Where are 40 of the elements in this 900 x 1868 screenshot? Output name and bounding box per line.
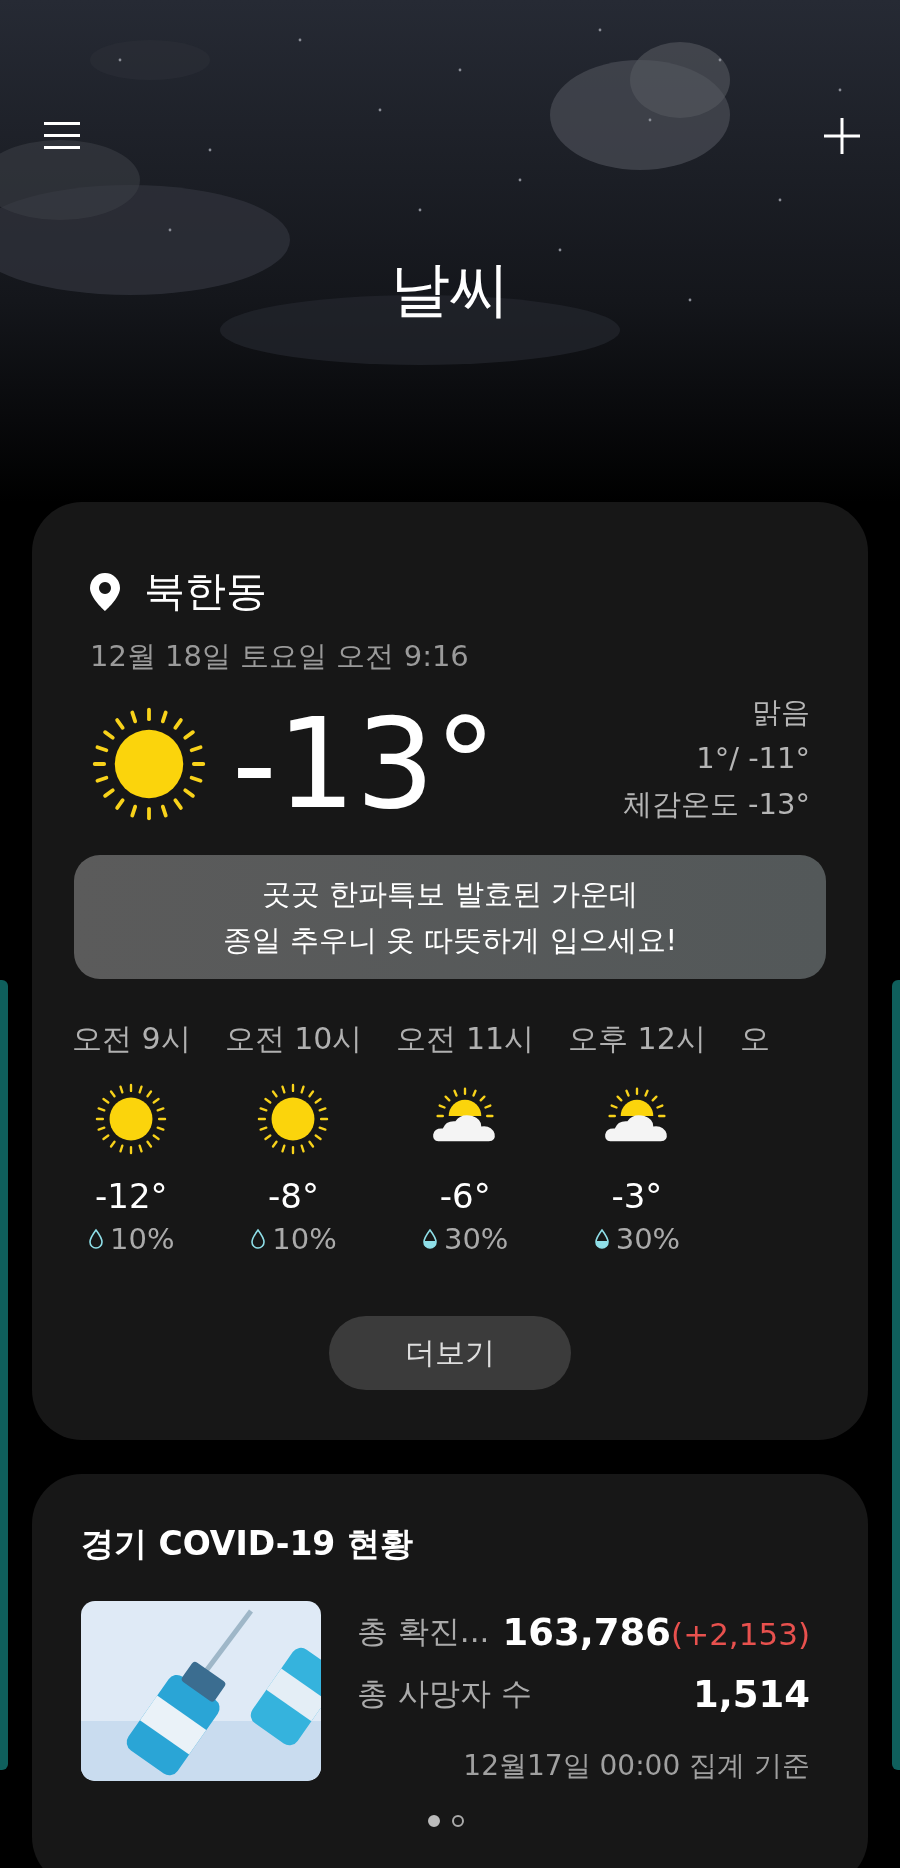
weather-alert-banner[interactable]: 곳곳 한파특보 발효된 가운데 종일 추우니 옷 따뜻하게 입으세요! [74,855,826,979]
precipitation-chance: 30% [443,1222,509,1256]
condition-text: 맑음 [751,694,810,731]
stat-label: 총 확진... [357,1612,490,1651]
stat-change: (+2,153) [671,1615,810,1652]
hour-label: 오전 9시 [72,1020,191,1058]
hour-temperature: -3° [611,1176,663,1216]
precipitation-chance: 30% [615,1222,681,1256]
precipitation-chance: 10% [110,1222,175,1256]
hour-label: 오전 10시 [224,1020,363,1058]
raindrop-icon [421,1228,438,1250]
update-time: 12월17일 00:00 집계 기준 [462,1748,810,1784]
date-time: 12월 18일 토요일 오전 9:16 [90,638,470,675]
add-icon[interactable] [824,118,860,154]
location-name[interactable]: 북한동 [144,564,267,619]
app-title: 날씨 [389,253,511,326]
feels-like-temperature: 체감온도 -13° [622,786,810,823]
high-low-temperature: 1°/ -11° [695,740,810,777]
location-pin-icon [90,572,120,611]
hour-temperature: -6° [439,1176,491,1216]
more-button[interactable]: 더보기 [329,1316,571,1390]
hour-label: 오후 12시 [568,1020,706,1058]
stat-label: 총 사망자 수 [357,1674,532,1713]
stat-value: 163,786 [502,1610,672,1654]
hour-label: 오전 11시 [396,1020,535,1058]
hour-temperature: -12° [95,1176,168,1216]
hour-temperature: -8° [268,1176,319,1216]
raindrop-icon [593,1228,610,1250]
raindrop-icon [250,1228,267,1250]
sun-icon [256,1082,331,1156]
card-title: 경기 COVID-19 현황 [81,1523,414,1565]
precipitation-chance: 10% [272,1222,337,1256]
current-temperature: -13° [232,702,498,826]
sun-icon [94,1082,169,1156]
sun-icon [90,705,208,823]
stat-value: 1,514 [692,1672,810,1716]
page-indicator-dot[interactable] [451,1815,464,1827]
hour-label: 오 [739,1020,770,1058]
page-indicator-dot[interactable] [427,1815,440,1827]
raindrop-icon [88,1228,105,1250]
